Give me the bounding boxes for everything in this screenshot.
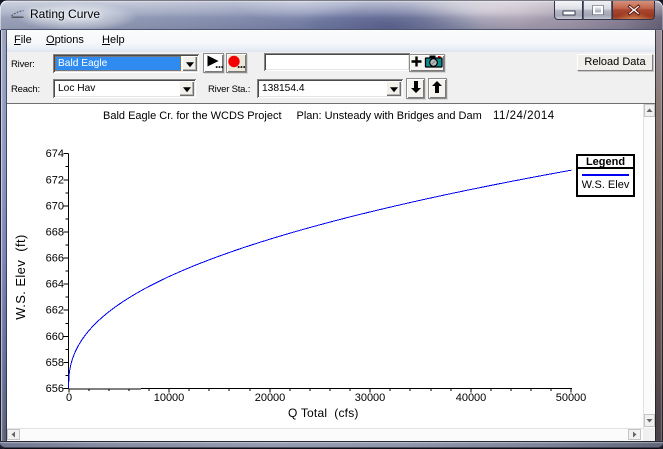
svg-text:Bald Eagle Cr. for the WCDS Pr: Bald Eagle Cr. for the WCDS Project — [103, 110, 282, 122]
svg-text:20000: 20000 — [255, 392, 286, 404]
svg-text:10000: 10000 — [154, 392, 185, 404]
svg-text:672: 672 — [46, 174, 64, 186]
svg-text:664: 664 — [46, 279, 64, 291]
svg-text:674: 674 — [46, 148, 64, 160]
svg-text:40000: 40000 — [456, 392, 487, 404]
svg-text:11/24/2014: 11/24/2014 — [493, 110, 555, 122]
svg-text:668: 668 — [46, 226, 64, 238]
svg-text:658: 658 — [46, 357, 64, 369]
svg-text:W.S. Elev (ft): W.S. Elev (ft) — [13, 234, 28, 319]
svg-text:670: 670 — [46, 200, 64, 212]
svg-text:660: 660 — [46, 331, 64, 343]
svg-text:50000: 50000 — [556, 392, 587, 404]
svg-text:Q Total (cfs): Q Total (cfs) — [288, 406, 359, 420]
svg-text:662: 662 — [46, 305, 64, 317]
svg-text:666: 666 — [46, 253, 64, 265]
svg-text:656: 656 — [46, 383, 64, 395]
svg-text:Plan: Unsteady with Bridges an: Plan: Unsteady with Bridges and Dam — [297, 110, 482, 122]
svg-text:0: 0 — [66, 392, 72, 404]
svg-text:30000: 30000 — [355, 392, 386, 404]
